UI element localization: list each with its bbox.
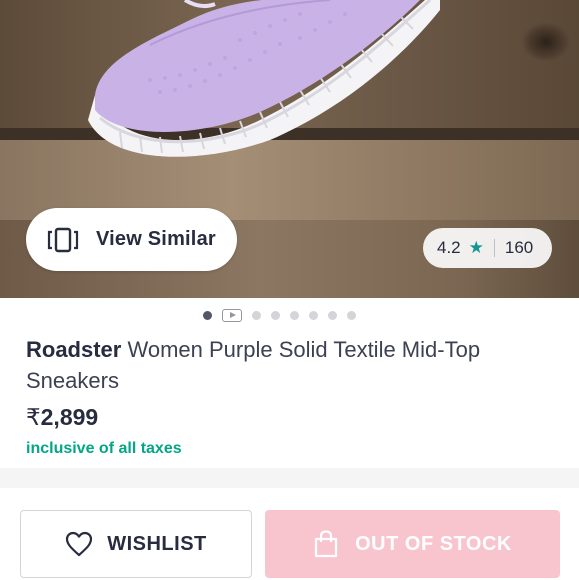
carousel-indicator [0, 298, 579, 332]
carousel-dot[interactable] [271, 310, 280, 320]
carousel-video-indicator[interactable] [222, 308, 242, 322]
heart-icon [66, 531, 93, 557]
out-of-stock-label: OUT OF STOCK [355, 532, 512, 555]
rating-divider [493, 239, 495, 257]
out-of-stock-button[interactable]: OUT OF STOCK [265, 510, 560, 578]
price-value: 2,899 [40, 404, 99, 430]
wood-knot [521, 22, 571, 62]
rating-badge[interactable]: 4.2 ★ 160 [423, 228, 552, 268]
wishlist-label: WISHLIST [107, 532, 207, 555]
brand-name: Roadster [26, 337, 122, 362]
view-similar-button[interactable]: View Similar [26, 208, 237, 271]
sneaker-illustration [88, 0, 440, 157]
section-divider [0, 468, 579, 488]
tax-note: inclusive of all taxes [26, 440, 182, 457]
carousel-dot[interactable] [328, 310, 337, 320]
product-image[interactable]: View Similar 4.2 ★ 160 [0, 0, 579, 298]
currency-symbol: ₹ [26, 404, 41, 430]
carousel-dot[interactable] [309, 310, 318, 320]
star-icon: ★ [468, 238, 484, 257]
rating-value: 4.2 [437, 238, 461, 257]
carousel-dot-active[interactable] [203, 310, 212, 320]
product-title: Roadster Women Purple Solid Textile Mid-… [26, 334, 546, 396]
wishlist-button[interactable]: WISHLIST [20, 510, 252, 578]
view-similar-icon [47, 227, 79, 252]
product-price: ₹2,899 [26, 404, 98, 431]
carousel-dot[interactable] [252, 310, 261, 320]
carousel-dot[interactable] [290, 310, 299, 320]
rating-count: 160 [504, 238, 534, 257]
view-similar-label: View Similar [96, 228, 216, 250]
bag-icon [315, 530, 338, 558]
carousel-dot[interactable] [347, 310, 356, 320]
